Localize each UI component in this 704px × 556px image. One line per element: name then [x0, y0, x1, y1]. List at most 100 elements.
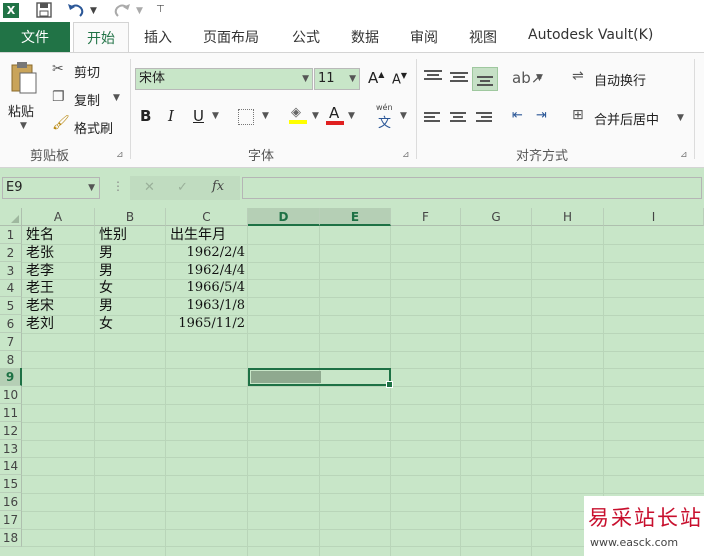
orientation-dropdown-icon[interactable]: ▼	[536, 73, 543, 83]
tab-data[interactable]: 数据	[351, 27, 379, 47]
row-header-6[interactable]: 6	[0, 315, 22, 333]
increase-font-icon[interactable]: A▲	[368, 69, 384, 87]
align-right-icon[interactable]	[476, 111, 492, 125]
formula-input[interactable]	[242, 177, 702, 199]
row-header-2[interactable]: 2	[0, 243, 22, 262]
tab-page-layout[interactable]: 页面布局	[203, 27, 259, 47]
pinyin-dropdown-icon[interactable]: ▼	[400, 111, 407, 121]
row-header-13[interactable]: 13	[0, 439, 22, 458]
column-header-c[interactable]: C	[166, 208, 248, 226]
font-size-select[interactable]: 11 ▼	[314, 68, 360, 90]
borders-dropdown-icon[interactable]: ▼	[262, 111, 269, 121]
fill-color-icon[interactable]: ◈	[289, 105, 307, 125]
cell-a3[interactable]: 老李	[26, 262, 54, 280]
row-header-12[interactable]: 12	[0, 421, 22, 440]
font-name-select[interactable]: 宋体 ▼	[135, 68, 313, 90]
merge-dropdown-icon[interactable]: ▼	[677, 113, 684, 123]
column-header-e[interactable]: E	[320, 208, 391, 226]
cell-a2[interactable]: 老张	[26, 244, 54, 262]
font-launcher-icon[interactable]: ⊿	[402, 150, 410, 160]
insert-function-icon[interactable]: fx	[212, 179, 224, 194]
cell-a5[interactable]: 老宋	[26, 297, 54, 315]
row-header-8[interactable]: 8	[0, 350, 22, 369]
cell-c1[interactable]: 出生年月	[170, 226, 226, 244]
copy-dropdown-icon[interactable]: ▼	[113, 93, 120, 103]
paste-dropdown-icon[interactable]: ▼	[20, 121, 27, 131]
select-all-corner[interactable]	[0, 208, 22, 226]
tab-view[interactable]: 视图	[469, 27, 497, 47]
borders-icon[interactable]	[238, 109, 254, 125]
cell-c5[interactable]: 1963/1/8	[166, 297, 245, 315]
align-left-icon[interactable]	[424, 111, 440, 125]
cell-c6[interactable]: 1965/11/2	[166, 315, 245, 333]
bold-button[interactable]: B	[140, 107, 151, 125]
column-header-g[interactable]: G	[461, 208, 532, 226]
cell-c2[interactable]: 1962/2/4	[166, 244, 245, 262]
increase-indent-icon[interactable]: ⇥	[536, 108, 547, 123]
tab-autodesk-vault[interactable]: Autodesk Vault(K)	[528, 27, 653, 43]
decrease-indent-icon[interactable]: ⇤	[512, 108, 523, 123]
underline-dropdown-icon[interactable]: ▼	[212, 111, 219, 121]
tab-home[interactable]: 开始	[73, 22, 129, 53]
row-header-15[interactable]: 15	[0, 475, 22, 494]
row-header-5[interactable]: 5	[0, 297, 22, 316]
align-top-icon[interactable]	[424, 69, 442, 83]
tab-insert[interactable]: 插入	[144, 27, 172, 47]
cell-b6[interactable]: 女	[99, 315, 113, 333]
row-header-17[interactable]: 17	[0, 510, 22, 529]
cell-b3[interactable]: 男	[99, 262, 113, 280]
undo-icon[interactable]	[66, 2, 86, 22]
pinyin-icon[interactable]: wén 文	[376, 103, 396, 131]
row-header-1[interactable]: 1	[0, 226, 22, 244]
font-color-dropdown-icon[interactable]: ▼	[348, 111, 355, 121]
chevron-down-icon[interactable]: ▼	[88, 178, 95, 198]
tab-formulas[interactable]: 公式	[292, 27, 320, 47]
cell-a6[interactable]: 老刘	[26, 315, 54, 333]
wrap-text-button[interactable]: 自动换行	[594, 70, 646, 89]
font-color-button[interactable]: A	[326, 104, 344, 126]
tab-review[interactable]: 审阅	[410, 27, 438, 47]
cell-b2[interactable]: 男	[99, 244, 113, 262]
paste-button[interactable]: 粘贴 ▼	[6, 59, 42, 137]
cell-a4[interactable]: 老王	[26, 279, 54, 297]
column-header-d[interactable]: D	[248, 208, 320, 226]
column-header-b[interactable]: B	[95, 208, 166, 226]
cell-b1[interactable]: 性别	[99, 226, 127, 244]
copy-button[interactable]: 复制	[74, 90, 100, 109]
cell-b4[interactable]: 女	[99, 279, 113, 297]
name-box[interactable]: E9 ▼	[2, 177, 100, 199]
cut-button[interactable]: 剪切	[74, 62, 100, 81]
decrease-font-icon[interactable]: A▼	[392, 71, 407, 87]
enter-icon[interactable]: ✓	[177, 180, 188, 195]
align-bottom-button[interactable]	[472, 67, 498, 91]
clipboard-launcher-icon[interactable]: ⊿	[116, 150, 124, 160]
align-middle-icon[interactable]	[450, 71, 468, 85]
row-header-10[interactable]: 10	[0, 386, 22, 405]
column-header-f[interactable]: F	[391, 208, 461, 226]
format-painter-button[interactable]: 格式刷	[74, 118, 113, 137]
row-header-18[interactable]: 18	[0, 528, 22, 547]
cell-a1[interactable]: 姓名	[26, 226, 54, 244]
cell-c4[interactable]: 1966/5/4	[166, 279, 245, 297]
row-header-11[interactable]: 11	[0, 404, 22, 422]
row-header-9[interactable]: 9	[0, 368, 22, 387]
italic-button[interactable]: I	[168, 107, 174, 125]
tab-file[interactable]: 文件	[0, 22, 70, 52]
merge-center-button[interactable]: 合并后居中	[594, 109, 659, 128]
align-center-icon[interactable]	[450, 111, 466, 125]
redo-dropdown-icon[interactable]: ▼	[136, 6, 143, 16]
column-header-h[interactable]: H	[532, 208, 604, 226]
cell-b5[interactable]: 男	[99, 297, 113, 315]
column-header-a[interactable]: A	[22, 208, 95, 226]
excel-logo-icon[interactable]: X	[3, 3, 19, 18]
row-header-16[interactable]: 16	[0, 493, 22, 511]
row-header-3[interactable]: 3	[0, 261, 22, 280]
redo-icon[interactable]	[112, 2, 132, 22]
row-header-4[interactable]: 4	[0, 279, 22, 298]
row-header-7[interactable]: 7	[0, 332, 22, 351]
cell-c3[interactable]: 1962/4/4	[166, 262, 245, 280]
customize-qat-icon[interactable]: ⊤	[156, 4, 165, 15]
row-header-14[interactable]: 14	[0, 457, 22, 476]
fill-color-dropdown-icon[interactable]: ▼	[312, 111, 319, 121]
save-icon[interactable]	[36, 2, 52, 22]
